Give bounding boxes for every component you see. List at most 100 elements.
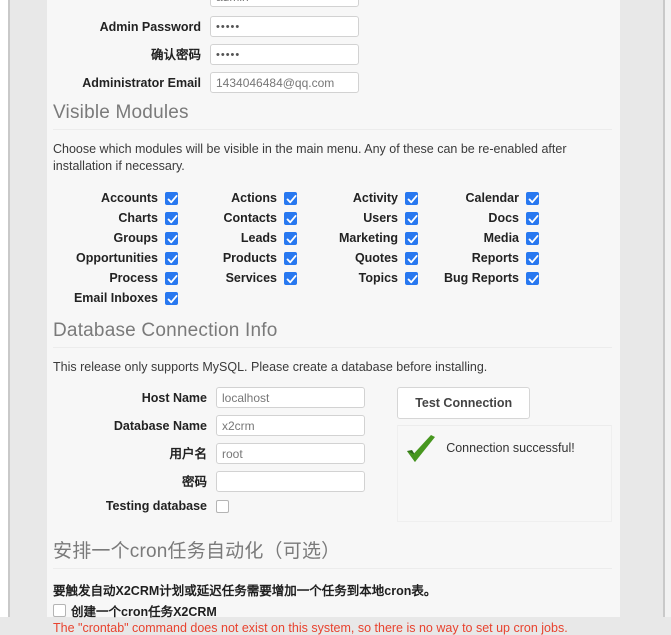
confirm-password-label: 确认密码	[150, 47, 201, 62]
cron-section: 安排一个cron任务自动化（可选） 要触发自动X2CRM计划或延迟任务需要增加一…	[47, 536, 620, 635]
module-label-contacts: Contacts	[223, 211, 277, 225]
administrator-email-label: Administrator Email	[82, 75, 201, 90]
module-checkbox-charts[interactable]	[165, 211, 178, 225]
module-checkbox-users[interactable]	[405, 211, 418, 225]
module-checkbox-quotes[interactable]	[405, 251, 418, 265]
module-row-groups[interactable]: Groups	[53, 228, 178, 248]
db-password-input[interactable]	[216, 471, 365, 492]
module-checkbox-opportunities[interactable]	[165, 251, 178, 265]
module-label-activity: Activity	[352, 191, 398, 205]
module-label-reports: Reports	[471, 251, 519, 265]
module-label-actions: Actions	[231, 191, 277, 205]
module-row-topics[interactable]: Topics	[303, 268, 418, 288]
administrator-email-input[interactable]	[210, 72, 359, 93]
field-row-confirm-password: 确认密码	[47, 44, 620, 65]
database-blurb: This release only supports MySQL. Please…	[53, 360, 488, 374]
module-label-email-inboxes: Email Inboxes	[73, 291, 158, 305]
module-row-products[interactable]: Products	[184, 248, 297, 268]
admin-username-input[interactable]	[210, 0, 359, 7]
module-row-quotes[interactable]: Quotes	[303, 248, 418, 268]
module-label-media: Media	[483, 231, 519, 245]
module-checkbox-accounts[interactable]	[165, 191, 178, 205]
page-gutter-left	[10, 0, 47, 617]
module-label-groups: Groups	[113, 231, 158, 245]
module-label-leads: Leads	[240, 231, 277, 245]
module-row-activity[interactable]: Activity	[303, 188, 418, 208]
confirm-password-input[interactable]	[210, 44, 359, 65]
module-row-accounts[interactable]: Accounts	[53, 188, 178, 208]
module-row-services[interactable]: Services	[184, 268, 297, 288]
create-cron-job-checkbox[interactable]	[53, 604, 66, 617]
module-checkbox-activity[interactable]	[405, 191, 418, 205]
module-checkbox-email-inboxes[interactable]	[165, 291, 178, 305]
module-label-calendar: Calendar	[465, 191, 520, 205]
module-checkbox-docs[interactable]	[526, 211, 539, 225]
page-gutter-right	[620, 0, 663, 617]
db-password-label: 密码	[181, 474, 207, 489]
host-name-input[interactable]	[216, 387, 365, 408]
visible-modules-grid: Accounts Charts Groups Opportunities Process…	[53, 188, 612, 308]
module-checkbox-bug-reports[interactable]	[526, 271, 539, 285]
database-fields: Host Name Database Name 用户名密码 Testing datab…	[53, 387, 381, 522]
module-checkbox-reports[interactable]	[526, 251, 539, 265]
testing-database-row[interactable]: Testing database	[53, 499, 381, 513]
module-checkbox-topics[interactable]	[405, 271, 418, 285]
module-checkbox-products[interactable]	[284, 251, 297, 265]
module-row-reports[interactable]: Reports	[424, 248, 539, 268]
module-checkbox-contacts[interactable]	[284, 211, 297, 225]
module-checkbox-media[interactable]	[526, 231, 539, 245]
connection-result-panel: Connection successful!	[397, 425, 612, 522]
module-label-topics: Topics	[358, 271, 398, 285]
visible-modules-section: Visible Modules Choose which modules wil…	[47, 102, 620, 308]
module-row-bug-reports[interactable]: Bug Reports	[424, 268, 539, 288]
module-label-charts: Charts	[118, 211, 158, 225]
module-row-media[interactable]: Media	[424, 228, 539, 248]
module-label-process: Process	[109, 271, 158, 285]
database-name-input[interactable]	[216, 415, 365, 436]
create-cron-job-checkbox-row[interactable]: 创建一个cron任务X2CRM	[53, 601, 612, 620]
modules-column-4: Calendar Docs Media Reports Bug Reports	[424, 188, 539, 308]
module-row-actions[interactable]: Actions	[184, 188, 297, 208]
green-check-icon	[404, 434, 438, 471]
field-row-admin-password: Admin Password	[47, 16, 620, 37]
module-row-marketing[interactable]: Marketing	[303, 228, 418, 248]
module-row-opportunities[interactable]: Opportunities	[53, 248, 178, 268]
module-row-email-inboxes[interactable]: Email Inboxes	[53, 288, 178, 308]
module-checkbox-calendar[interactable]	[526, 191, 539, 205]
browser-page-edge-right	[663, 0, 671, 617]
module-row-leads[interactable]: Leads	[184, 228, 297, 248]
module-checkbox-actions[interactable]	[284, 191, 297, 205]
field-row-database-name: Database Name	[53, 415, 381, 436]
module-checkbox-leads[interactable]	[284, 231, 297, 245]
module-checkbox-marketing[interactable]	[405, 231, 418, 245]
visible-modules-heading: Visible Modules	[53, 102, 612, 130]
module-row-calendar[interactable]: Calendar	[424, 188, 539, 208]
module-label-users: Users	[363, 211, 398, 225]
visible-modules-blurb: Choose which modules will be visible in …	[53, 142, 567, 173]
testing-database-label: Testing database	[105, 499, 207, 513]
browser-page-edge-left	[0, 0, 10, 617]
cron-error-message: The "crontab" command does not exist on …	[53, 621, 568, 635]
module-row-users[interactable]: Users	[303, 208, 418, 228]
module-label-quotes: Quotes	[354, 251, 398, 265]
module-row-charts[interactable]: Charts	[53, 208, 178, 228]
module-row-process[interactable]: Process	[53, 268, 178, 288]
module-checkbox-process[interactable]	[165, 271, 178, 285]
module-checkbox-groups[interactable]	[165, 231, 178, 245]
database-connection-section: Database Connection Info This release on…	[47, 320, 620, 522]
test-connection-button[interactable]: Test Connection	[397, 387, 531, 419]
module-checkbox-services[interactable]	[284, 271, 297, 285]
field-row-db-username: 用户名	[53, 443, 381, 464]
field-row-admin-username	[47, 0, 620, 7]
module-label-products: Products	[222, 251, 277, 265]
host-name-label: Host Name	[141, 390, 207, 405]
module-label-services: Services	[225, 271, 277, 285]
db-username-input[interactable]	[216, 443, 365, 464]
module-row-contacts[interactable]: Contacts	[184, 208, 297, 228]
module-row-docs[interactable]: Docs	[424, 208, 539, 228]
testing-database-checkbox[interactable]	[216, 499, 229, 513]
module-label-marketing: Marketing	[338, 231, 398, 245]
installer-content: Admin Password 确认密码 Administrator Email Vi…	[47, 0, 620, 635]
admin-password-input[interactable]	[210, 16, 359, 37]
modules-columns: Accounts Charts Groups Opportunities Process…	[53, 188, 612, 308]
